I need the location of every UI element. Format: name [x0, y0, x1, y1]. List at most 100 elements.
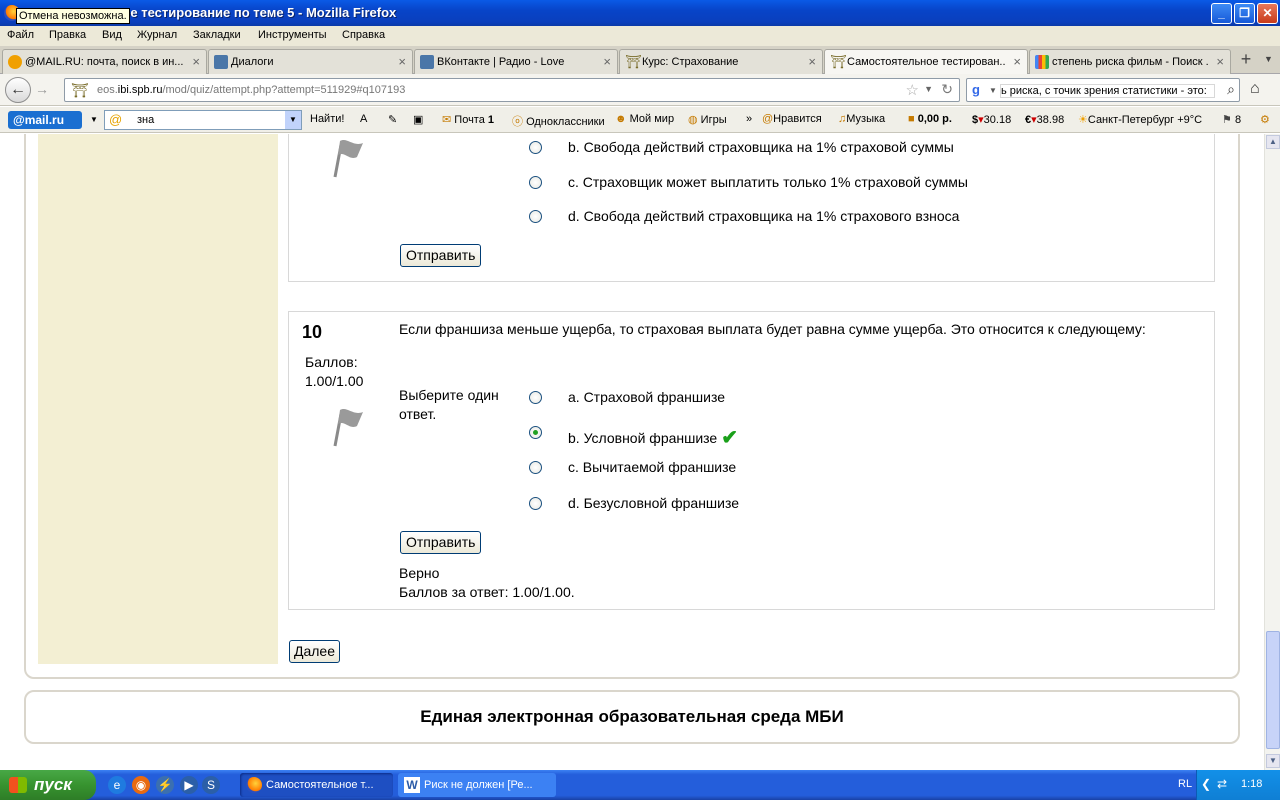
- tray-collapse-icon[interactable]: ❮: [1201, 777, 1211, 791]
- media-player-icon[interactable]: ▶: [180, 776, 198, 794]
- radio-d[interactable]: [529, 210, 542, 223]
- taskbar-item-firefox[interactable]: Самостоятельное т...: [240, 773, 393, 797]
- usd-rate[interactable]: $▾30.18: [972, 113, 1011, 126]
- skype-icon[interactable]: S: [202, 776, 220, 794]
- tab-google-search[interactable]: степень риска фильм - Поиск ... ×: [1029, 49, 1231, 74]
- url-history-chevron-icon[interactable]: ▼: [924, 84, 933, 94]
- submit-button[interactable]: Отправить: [400, 531, 482, 554]
- tab-course[interactable]: ⛩ Курс: Страхование ×: [619, 49, 823, 74]
- page-viewport: b. Свобода действий страховщика на 1% ст…: [0, 134, 1264, 770]
- tab-mailru[interactable]: @MAIL.RU: почта, поиск в ин... ×: [2, 49, 207, 74]
- sun-icon: ☀: [1078, 114, 1088, 126]
- mailru-logo[interactable]: @mail.ru: [8, 111, 82, 129]
- start-button[interactable]: пуск: [0, 770, 96, 800]
- radio-c[interactable]: [529, 461, 542, 474]
- url-bar[interactable]: ⛩ eos.ibi.spb.ru/mod/quiz/attempt.php?at…: [64, 78, 960, 102]
- radio-d[interactable]: [529, 497, 542, 510]
- games-link[interactable]: ◍ Игры: [688, 113, 727, 126]
- close-button[interactable]: ✕: [1257, 3, 1278, 24]
- next-button[interactable]: Далее: [289, 640, 341, 663]
- music-link[interactable]: ♫Музыка: [838, 113, 885, 125]
- ie-icon[interactable]: e: [108, 776, 126, 794]
- eur-rate[interactable]: €▾38.98: [1025, 113, 1064, 126]
- close-icon[interactable]: ×: [1013, 54, 1021, 69]
- google-icon[interactable]: g: [972, 82, 980, 97]
- radio-a[interactable]: [529, 391, 542, 404]
- tab-label: Самостоятельное тестирован...: [847, 56, 1005, 68]
- balance-link[interactable]: ■ 0,00 р.: [908, 113, 952, 125]
- home-icon[interactable]: ⌂: [1250, 80, 1260, 98]
- taskbar-item-word[interactable]: W Риск не должен [Ре...: [398, 773, 556, 797]
- mail-link[interactable]: ✉ Почта 1: [442, 113, 494, 126]
- close-icon[interactable]: ×: [808, 54, 816, 69]
- menu-tools[interactable]: Инструменты: [258, 29, 327, 41]
- mailru-search-value[interactable]: зна: [137, 114, 154, 126]
- close-icon[interactable]: ×: [603, 54, 611, 69]
- myworld-link[interactable]: ☻ Мой мир: [615, 113, 674, 125]
- screenshot-icon[interactable]: ▣: [413, 113, 423, 126]
- mailru-search-input[interactable]: @ зна ▼: [104, 110, 302, 130]
- system-tray: ❮ ⇄ 1:18: [1196, 770, 1280, 800]
- clock[interactable]: 1:18: [1241, 778, 1262, 790]
- winamp-icon[interactable]: ⚡: [156, 776, 174, 794]
- radio-c[interactable]: [529, 176, 542, 189]
- close-icon[interactable]: ×: [398, 54, 406, 69]
- dialog-icon: [214, 55, 228, 69]
- search-input[interactable]: ь риска, с точик зрения статистики - это…: [1000, 84, 1215, 98]
- menu-help[interactable]: Справка: [342, 29, 385, 41]
- menu-history[interactable]: Журнал: [137, 29, 177, 41]
- tab-label: @MAIL.RU: почта, поиск в ин...: [25, 56, 184, 68]
- flag-icon[interactable]: [327, 135, 367, 179]
- forward-button[interactable]: →: [35, 81, 49, 97]
- maximize-button[interactable]: ❐: [1234, 3, 1255, 24]
- search-icon[interactable]: ⌕: [1227, 81, 1235, 98]
- tab-list-chevron-icon[interactable]: ▼: [1264, 54, 1273, 64]
- traffic-link[interactable]: ⚑ 8: [1222, 113, 1241, 126]
- engine-chevron-icon[interactable]: ▼: [989, 86, 997, 95]
- like-link[interactable]: @Нравится: [762, 113, 822, 125]
- network-icon[interactable]: ⇄: [1217, 777, 1227, 791]
- mailru-menu-chevron-icon[interactable]: ▼: [90, 115, 98, 124]
- feedback-status: Верно: [399, 565, 440, 581]
- menu-bookmarks[interactable]: Закладки: [193, 29, 241, 41]
- font-icon[interactable]: A: [360, 113, 367, 125]
- moodle-icon: ⛩: [830, 54, 847, 69]
- tab-vk-radio[interactable]: ВКонтакте | Радио - Love ×: [414, 49, 618, 74]
- tab-self-test[interactable]: ⛩ Самостоятельное тестирован... ×: [824, 49, 1028, 75]
- url-text[interactable]: eos.ibi.spb.ru/mod/quiz/attempt.php?atte…: [97, 84, 405, 96]
- mailru-search-chevron-icon[interactable]: ▼: [285, 111, 301, 129]
- minimize-button[interactable]: _: [1211, 3, 1232, 24]
- page-footer: Единая электронная образовательная среда…: [24, 690, 1240, 744]
- window-titlebar: Самостоятельное тестирование по теме 5 -…: [0, 0, 1280, 26]
- answer-feedback: Верно Баллов за ответ: 1.00/1.00.: [399, 564, 575, 602]
- bookmark-star-icon[interactable]: ☆: [906, 81, 919, 99]
- firefox-icon: [246, 777, 262, 793]
- question-number: 10: [302, 322, 323, 342]
- firefox-icon[interactable]: ◉: [132, 776, 150, 794]
- weather-link[interactable]: ☀Санкт-Петербург +9°C: [1078, 113, 1202, 126]
- radio-b-selected[interactable]: [529, 426, 542, 439]
- scroll-down-icon[interactable]: ▼: [1266, 754, 1280, 768]
- new-tab-button[interactable]: +: [1235, 50, 1257, 70]
- vertical-scrollbar[interactable]: ▲ ▼: [1264, 134, 1280, 770]
- find-button[interactable]: Найти!: [310, 113, 344, 125]
- more-chevron[interactable]: »: [746, 113, 752, 125]
- scroll-up-icon[interactable]: ▲: [1266, 135, 1280, 149]
- scroll-thumb[interactable]: [1266, 631, 1280, 749]
- menu-file[interactable]: Файл: [7, 29, 34, 41]
- search-bar[interactable]: g ▼ ь риска, с точик зрения статистики -…: [966, 78, 1240, 102]
- close-icon[interactable]: ×: [192, 54, 200, 69]
- highlight-icon[interactable]: ✎: [388, 113, 397, 126]
- reload-icon[interactable]: ↻: [941, 81, 953, 98]
- back-button[interactable]: ←: [5, 77, 31, 103]
- settings-gear-icon[interactable]: ⚙: [1260, 113, 1270, 126]
- menu-view[interactable]: Вид: [102, 29, 122, 41]
- flag-icon[interactable]: [327, 404, 367, 448]
- radio-b[interactable]: [529, 141, 542, 154]
- ok-link[interactable]: ⓞ Одноклассники: [512, 113, 605, 129]
- language-indicator[interactable]: RL: [1178, 778, 1192, 790]
- menu-edit[interactable]: Правка: [49, 29, 86, 41]
- close-icon[interactable]: ×: [1216, 54, 1224, 69]
- submit-button[interactable]: Отправить: [400, 244, 482, 267]
- tab-dialogs[interactable]: Диалоги ×: [208, 49, 413, 74]
